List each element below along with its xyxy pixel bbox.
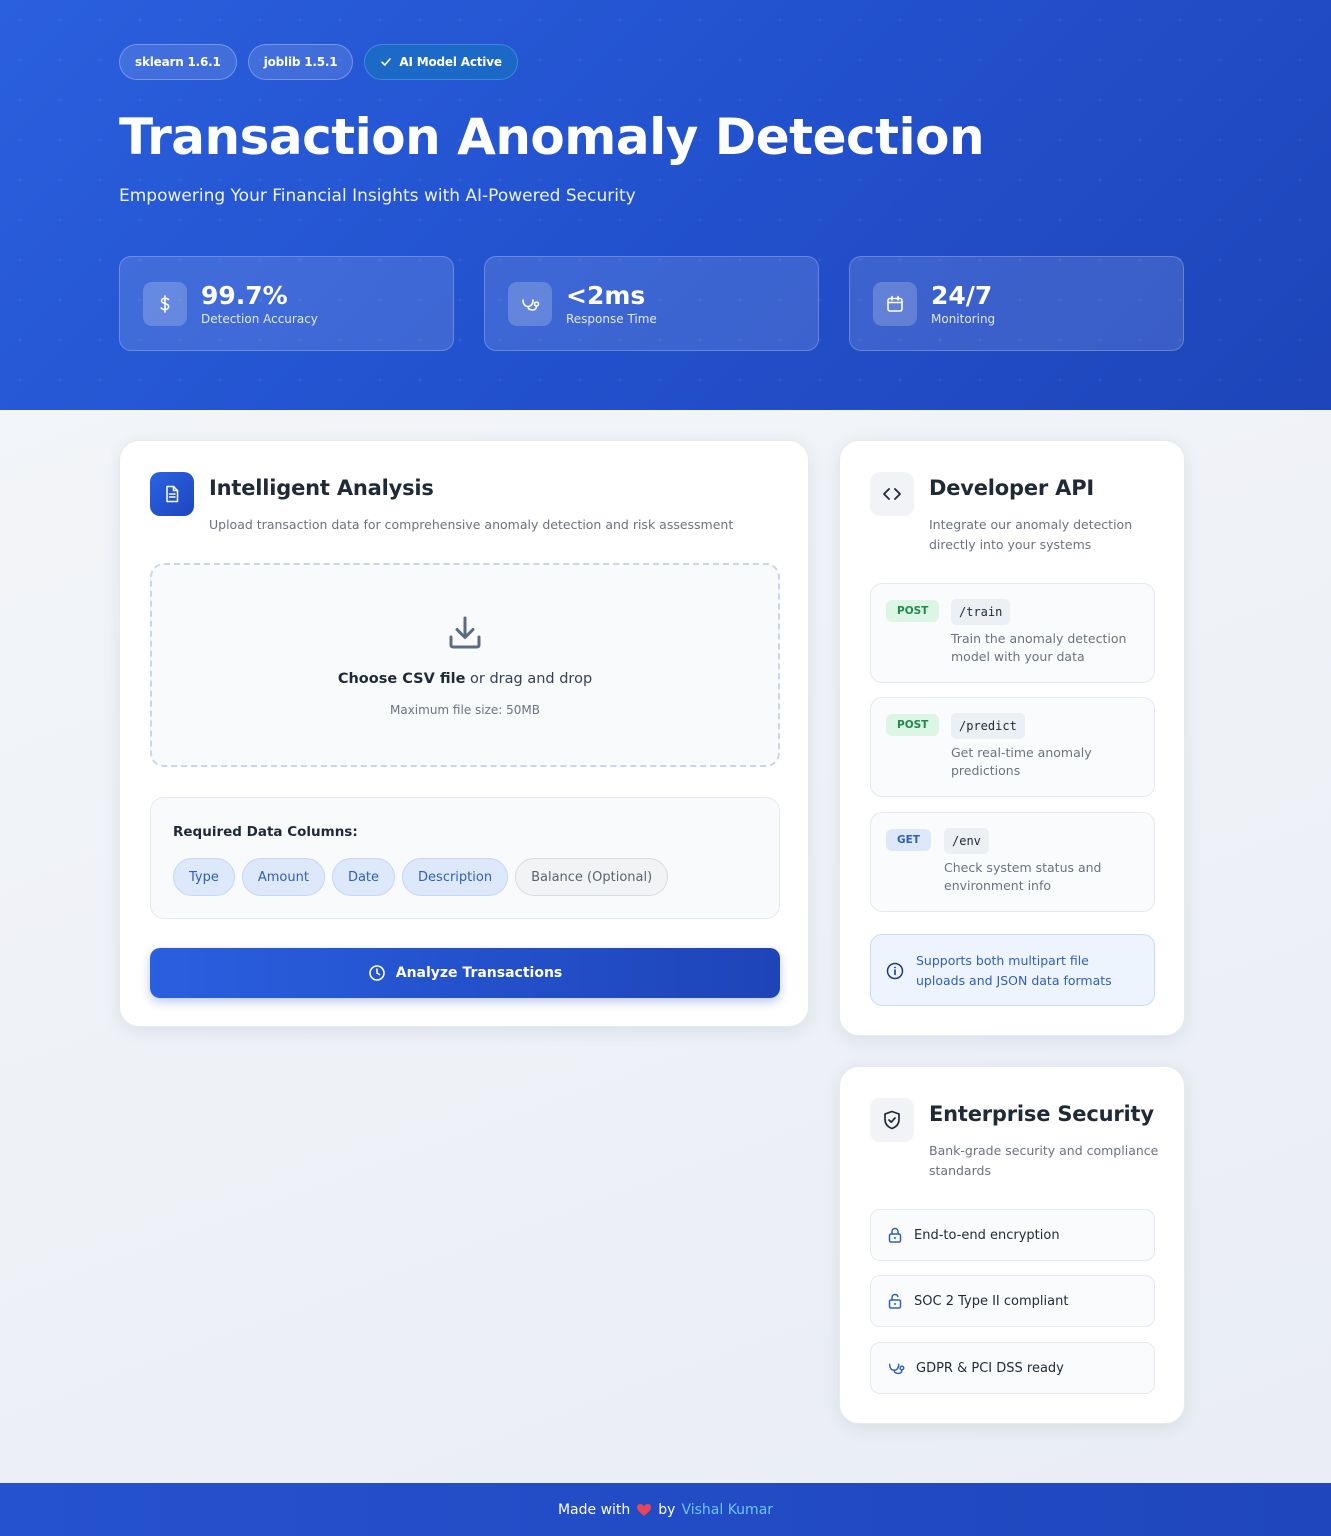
endpoint-predict[interactable]: POST /predict Get real-time anomaly pred… — [870, 697, 1155, 797]
csv-dropzone[interactable]: Choose CSV file or drag and drop Maximum… — [150, 563, 780, 767]
developer-api-card: Developer API Integrate our anomaly dete… — [839, 440, 1185, 1036]
stat-card-monitoring: 24/7 Monitoring — [849, 256, 1184, 351]
endpoint-path: /env — [944, 828, 989, 854]
analysis-card: Intelligent Analysis Upload transaction … — [119, 440, 809, 1027]
column-chip: Amount — [241, 858, 325, 896]
sklearn-version-badge: sklearn 1.6.1 — [119, 44, 237, 80]
calendar-icon — [873, 281, 917, 326]
footer-made-with: Made with — [557, 1501, 631, 1518]
author-link[interactable]: Vishal Kumar — [681, 1502, 773, 1518]
enterprise-security-card: Enterprise Security Bank-grade security … — [839, 1066, 1185, 1424]
column-chip-optional: Balance (Optional) — [515, 858, 669, 896]
lock-icon — [888, 1227, 902, 1243]
hero-section: sklearn 1.6.1 joblib 1.5.1 AI Model Acti… — [0, 0, 1331, 410]
endpoint-train[interactable]: POST /train Train the anomaly detection … — [870, 583, 1155, 683]
footer-by: by — [658, 1501, 676, 1518]
stat-label: Detection Accuracy — [201, 311, 318, 326]
stats-row: 99.7% Detection Accuracy <2ms Response T… — [119, 256, 1184, 351]
column-chip: Type — [173, 858, 235, 896]
joblib-version-badge: joblib 1.5.1 — [247, 44, 354, 80]
api-description: Integrate our anomaly detection directly… — [929, 517, 1133, 552]
endpoint-path: /train — [951, 599, 1011, 625]
stethoscope-icon — [888, 1363, 905, 1375]
api-format-note: Supports both multipart file uploads and… — [870, 934, 1155, 1006]
unlock-icon — [888, 1293, 902, 1309]
choose-file-link[interactable]: Choose CSV file — [338, 671, 466, 687]
analyze-button-label: Analyze Transactions — [395, 965, 563, 981]
api-note-text: Supports both multipart file uploads and… — [916, 953, 1112, 988]
method-badge: GET — [886, 829, 931, 851]
footer: Made with by Vishal Kumar — [0, 1483, 1331, 1536]
security-item-soc2: SOC 2 Type II compliant — [870, 1275, 1155, 1327]
model-status-label: AI Model Active — [399, 55, 502, 69]
stat-value: 99.7% — [201, 280, 288, 310]
security-item-label: End-to-end encryption — [914, 1227, 1060, 1243]
stat-label: Monitoring — [931, 311, 996, 326]
endpoint-description: Train the anomaly detection model with y… — [951, 631, 1127, 664]
code-icon — [870, 472, 914, 516]
download-icon — [449, 616, 481, 649]
stat-value: <2ms — [566, 280, 646, 310]
page-title: Transaction Anomaly Detection — [119, 108, 985, 166]
endpoint-env[interactable]: GET /env Check system status and environ… — [870, 812, 1155, 912]
clock-icon — [368, 965, 385, 981]
dropzone-label: Choose CSV file or drag and drop — [152, 671, 778, 687]
column-chip: Description — [402, 858, 509, 896]
endpoint-description: Check system status and environment info — [944, 860, 1102, 893]
stat-label: Response Time — [566, 311, 657, 326]
security-item-label: SOC 2 Type II compliant — [914, 1293, 1069, 1309]
security-item-encryption: End-to-end encryption — [870, 1209, 1155, 1261]
stat-card-response-time: <2ms Response Time — [484, 256, 819, 351]
security-item-label: GDPR & PCI DSS ready — [916, 1360, 1064, 1376]
method-badge: POST — [886, 600, 940, 622]
drag-drop-text: or drag and drop — [465, 671, 593, 687]
required-columns-title: Required Data Columns: — [173, 824, 358, 840]
document-icon — [150, 472, 194, 516]
stethoscope-icon — [508, 281, 552, 326]
column-chip: Date — [331, 858, 396, 896]
api-title: Developer API — [929, 476, 1095, 500]
analysis-description: Upload transaction data for comprehensiv… — [209, 517, 734, 532]
endpoint-description: Get real-time anomaly predictions — [951, 745, 1092, 778]
analyze-transactions-button[interactable]: Analyze Transactions — [150, 948, 780, 998]
method-badge: POST — [886, 714, 940, 736]
stat-value: 24/7 — [931, 280, 993, 310]
stat-card-accuracy: 99.7% Detection Accuracy — [119, 256, 454, 351]
security-description: Bank-grade security and compliance stand… — [929, 1143, 1159, 1178]
required-columns-box: Required Data Columns: Type Amount Date … — [150, 797, 780, 919]
page-subtitle: Empowering Your Financial Insights with … — [119, 186, 636, 206]
security-item-gdpr: GDPR & PCI DSS ready — [870, 1342, 1155, 1394]
heart-icon — [637, 1503, 652, 1516]
hero-badges: sklearn 1.6.1 joblib 1.5.1 AI Model Acti… — [119, 44, 518, 80]
info-icon — [886, 962, 904, 980]
analysis-title: Intelligent Analysis — [209, 476, 434, 500]
file-size-hint: Maximum file size: 50MB — [389, 703, 540, 717]
column-chips: Type Amount Date Description Balance (Op… — [173, 858, 669, 896]
dollar-icon — [143, 281, 187, 326]
security-title: Enterprise Security — [929, 1102, 1154, 1126]
endpoint-path: /predict — [951, 713, 1025, 739]
model-status-badge: AI Model Active — [364, 44, 518, 80]
shield-check-icon — [870, 1098, 914, 1142]
check-icon — [381, 58, 392, 66]
